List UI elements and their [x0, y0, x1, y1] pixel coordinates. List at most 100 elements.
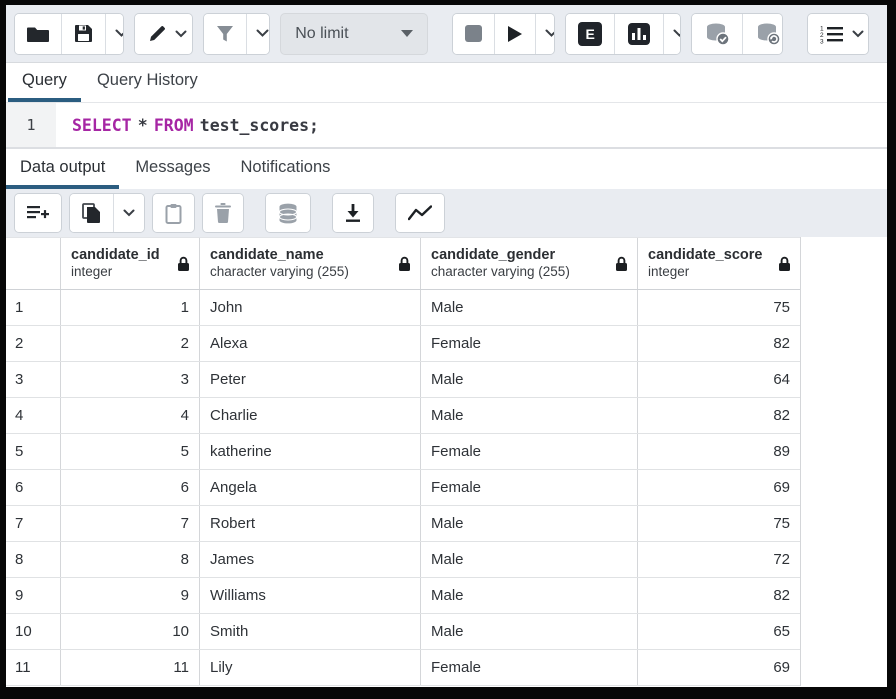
save-button[interactable] [61, 14, 105, 54]
sql-code-line[interactable]: SELECT * FROM test_scores; [56, 103, 319, 147]
execute-button[interactable] [494, 14, 535, 54]
cell-candidate-gender[interactable]: Female [421, 434, 638, 469]
column-header-candidate-id[interactable]: candidate_id integer [61, 238, 200, 289]
cell-candidate-score[interactable]: 69 [638, 650, 800, 685]
cell-candidate-name[interactable]: James [200, 542, 421, 577]
row-number-cell[interactable]: 2 [6, 326, 61, 361]
table-row: 4 4 Charlie Male 82 [6, 398, 800, 434]
row-number-cell[interactable]: 9 [6, 578, 61, 613]
row-number-cell[interactable]: 8 [6, 542, 61, 577]
paste-clipboard-icon [165, 203, 182, 224]
cell-candidate-gender[interactable]: Female [421, 650, 638, 685]
cell-candidate-name[interactable]: Robert [200, 506, 421, 541]
delete-trash-icon [215, 203, 231, 223]
download-button[interactable] [332, 193, 374, 233]
save-options-dropdown[interactable] [105, 14, 124, 54]
cell-candidate-gender[interactable]: Male [421, 398, 638, 433]
row-number-cell[interactable]: 11 [6, 650, 61, 685]
row-number-cell[interactable]: 7 [6, 506, 61, 541]
cell-candidate-id[interactable]: 9 [61, 578, 200, 613]
cell-candidate-score[interactable]: 75 [638, 290, 800, 325]
column-header-candidate-gender[interactable]: candidate_gender character varying (255) [421, 238, 638, 289]
cell-candidate-gender[interactable]: Male [421, 362, 638, 397]
cell-candidate-score[interactable]: 75 [638, 506, 800, 541]
cell-candidate-id[interactable]: 7 [61, 506, 200, 541]
cell-candidate-id[interactable]: 5 [61, 434, 200, 469]
cell-candidate-name[interactable]: Smith [200, 614, 421, 649]
save-data-button[interactable] [265, 193, 311, 233]
explain-button[interactable]: E [566, 14, 614, 54]
execute-options-dropdown[interactable] [535, 14, 555, 54]
filter-options-dropdown[interactable] [246, 14, 271, 54]
cell-candidate-score[interactable]: 82 [638, 398, 800, 433]
add-row-button[interactable] [14, 193, 62, 233]
tab-query[interactable]: Query [8, 63, 81, 102]
column-name: candidate_gender [431, 246, 570, 264]
tab-data-output[interactable]: Data output [6, 149, 119, 189]
sql-editor[interactable]: 1 SELECT * FROM test_scores; [6, 103, 887, 149]
cell-candidate-name[interactable]: Lily [200, 650, 421, 685]
cell-candidate-score[interactable]: 64 [638, 362, 800, 397]
tab-query-history[interactable]: Query History [83, 63, 212, 102]
cell-candidate-score[interactable]: 82 [638, 326, 800, 361]
delete-row-button[interactable] [202, 193, 244, 233]
commit-db-check-icon [704, 22, 730, 46]
filter-button[interactable] [204, 14, 246, 54]
cell-candidate-id[interactable]: 11 [61, 650, 200, 685]
tab-messages[interactable]: Messages [121, 149, 224, 189]
row-number-header[interactable] [6, 238, 61, 289]
cell-candidate-score[interactable]: 69 [638, 470, 800, 505]
column-name: candidate_name [210, 246, 349, 264]
cell-candidate-score[interactable]: 72 [638, 542, 800, 577]
paste-button[interactable] [152, 193, 195, 233]
play-icon [507, 25, 523, 43]
cell-candidate-gender[interactable]: Male [421, 614, 638, 649]
row-number-cell[interactable]: 1 [6, 290, 61, 325]
cell-candidate-name[interactable]: Williams [200, 578, 421, 613]
row-number-cell[interactable]: 3 [6, 362, 61, 397]
edit-dropdown-button[interactable] [135, 14, 193, 54]
cell-candidate-name[interactable]: Charlie [200, 398, 421, 433]
column-header-candidate-score[interactable]: candidate_score integer [638, 238, 800, 289]
cell-candidate-score[interactable]: 65 [638, 614, 800, 649]
column-header-candidate-name[interactable]: candidate_name character varying (255) [200, 238, 421, 289]
macros-dropdown-button[interactable]: 123 [808, 14, 869, 54]
cell-candidate-name[interactable]: katherine [200, 434, 421, 469]
row-limit-select[interactable]: No limit [280, 13, 428, 55]
cell-candidate-name[interactable]: Angela [200, 470, 421, 505]
stop-button[interactable] [453, 14, 494, 54]
cell-candidate-name[interactable]: Peter [200, 362, 421, 397]
cell-candidate-gender[interactable]: Male [421, 578, 638, 613]
cell-candidate-gender[interactable]: Female [421, 326, 638, 361]
row-number-cell[interactable]: 5 [6, 434, 61, 469]
row-number-cell[interactable]: 6 [6, 470, 61, 505]
row-number-cell[interactable]: 4 [6, 398, 61, 433]
cell-candidate-gender[interactable]: Male [421, 290, 638, 325]
cell-candidate-id[interactable]: 10 [61, 614, 200, 649]
cell-candidate-id[interactable]: 2 [61, 326, 200, 361]
copy-button[interactable] [70, 194, 113, 232]
copy-options-dropdown[interactable] [113, 194, 144, 232]
explain-options-dropdown[interactable] [663, 14, 681, 54]
graph-visualiser-button[interactable] [395, 193, 445, 233]
rollback-button[interactable] [742, 14, 782, 54]
cell-candidate-gender[interactable]: Male [421, 542, 638, 577]
cell-candidate-score[interactable]: 89 [638, 434, 800, 469]
cell-candidate-score[interactable]: 82 [638, 578, 800, 613]
commit-button[interactable] [692, 14, 742, 54]
explain-analyze-icon [627, 22, 651, 46]
explain-analyze-button[interactable] [614, 14, 663, 54]
transaction-button-group [691, 13, 782, 55]
cell-candidate-name[interactable]: Alexa [200, 326, 421, 361]
cell-candidate-id[interactable]: 1 [61, 290, 200, 325]
cell-candidate-id[interactable]: 3 [61, 362, 200, 397]
row-number-cell[interactable]: 10 [6, 614, 61, 649]
open-file-button[interactable] [15, 14, 61, 54]
cell-candidate-gender[interactable]: Female [421, 470, 638, 505]
tab-notifications[interactable]: Notifications [227, 149, 345, 189]
cell-candidate-gender[interactable]: Male [421, 506, 638, 541]
cell-candidate-name[interactable]: John [200, 290, 421, 325]
cell-candidate-id[interactable]: 4 [61, 398, 200, 433]
cell-candidate-id[interactable]: 8 [61, 542, 200, 577]
cell-candidate-id[interactable]: 6 [61, 470, 200, 505]
